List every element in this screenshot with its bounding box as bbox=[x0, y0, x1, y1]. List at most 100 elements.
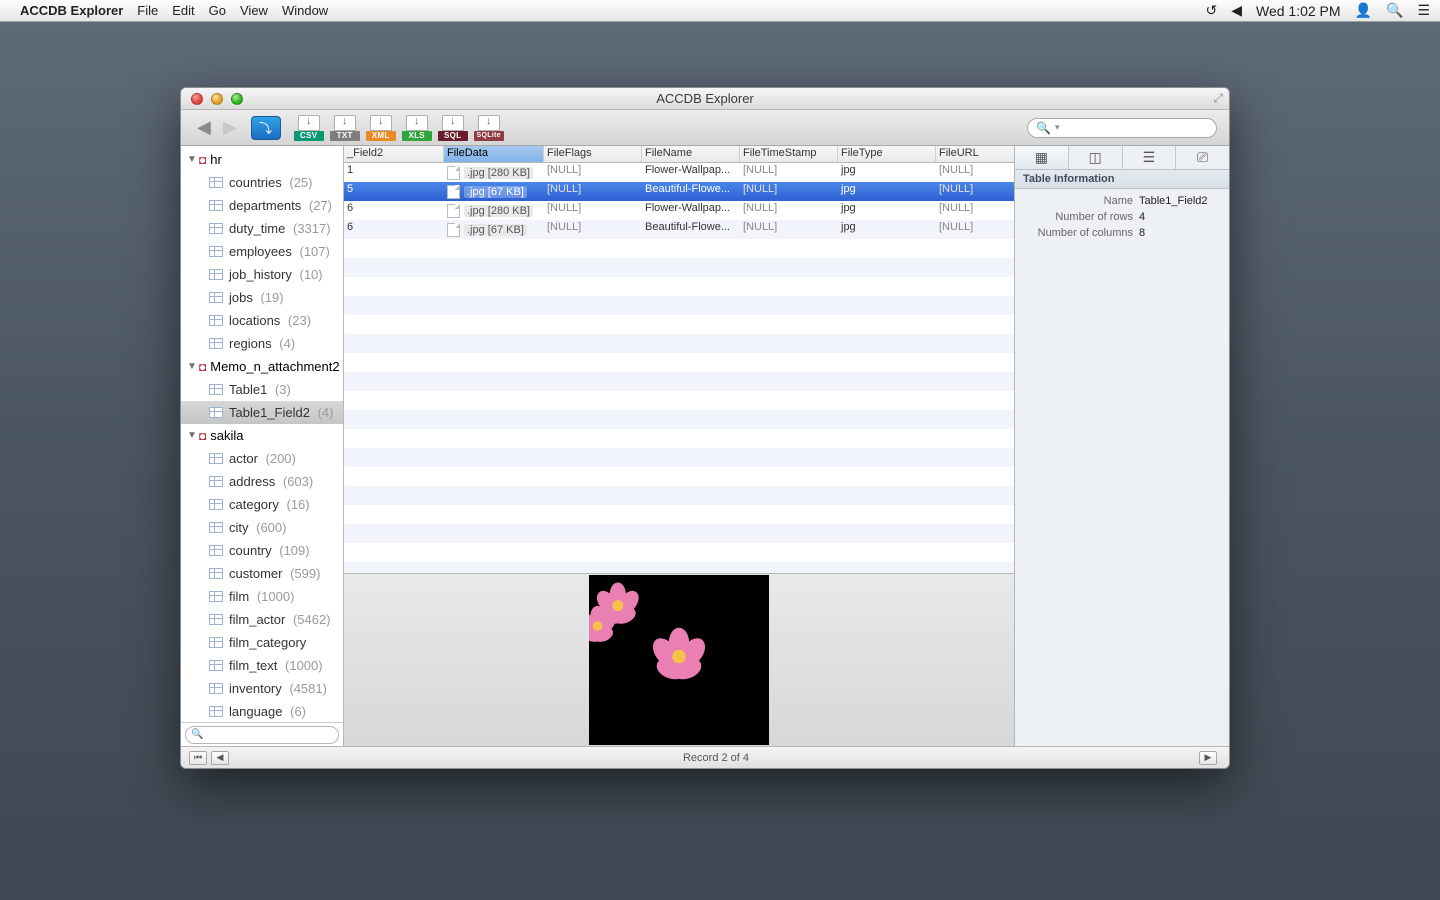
app-name[interactable]: ACCDB Explorer bbox=[20, 3, 123, 18]
inspector-tab-info[interactable]: ▦ bbox=[1015, 146, 1069, 169]
disclosure-icon[interactable]: ▼ bbox=[187, 430, 199, 441]
sidebar-table-film_actor[interactable]: film_actor (5462) bbox=[181, 608, 343, 631]
export-sql-button[interactable]: SQL bbox=[437, 115, 469, 141]
grid-header[interactable]: _Field2 FileData FileFlags FileName File… bbox=[344, 146, 1014, 163]
sidebar-table-actor[interactable]: actor (200) bbox=[181, 447, 343, 470]
close-icon[interactable] bbox=[191, 93, 203, 105]
db-label: Memo_n_attachment2 bbox=[210, 359, 339, 374]
sidebar-table-Table1_Field2[interactable]: Table1_Field2 (4) bbox=[181, 401, 343, 424]
sidebar-table-departments[interactable]: departments (27) bbox=[181, 194, 343, 217]
zoom-icon[interactable] bbox=[231, 93, 243, 105]
export-xml-button[interactable]: XML bbox=[365, 115, 397, 141]
sidebar-table-inventory[interactable]: inventory (4581) bbox=[181, 677, 343, 700]
sidebar-filter-input[interactable] bbox=[185, 726, 339, 744]
sidebar-table-Table1[interactable]: Table1 (3) bbox=[181, 378, 343, 401]
notifications-icon[interactable]: ☰ bbox=[1417, 2, 1430, 19]
inspector-row: Number of rows 4 bbox=[1023, 211, 1221, 223]
run-query-button[interactable]: ⤵ bbox=[251, 116, 281, 140]
prev-record-button[interactable]: ◀ bbox=[211, 751, 229, 765]
export-sqlite-button[interactable]: SQLite bbox=[473, 115, 505, 141]
sidebar-table-duty_time[interactable]: duty_time (3317) bbox=[181, 217, 343, 240]
sidebar-table-address[interactable]: address (603) bbox=[181, 470, 343, 493]
table-label: customer bbox=[229, 566, 282, 581]
app-window: ACCDB Explorer ⤢ ◀ ▶ ⤵ CSV TXT XML XLS S… bbox=[180, 87, 1230, 769]
menu-edit[interactable]: Edit bbox=[172, 3, 194, 18]
col-filetype[interactable]: FileType bbox=[838, 146, 936, 162]
export-xls-button[interactable]: XLS bbox=[401, 115, 433, 141]
search-chevron-icon[interactable]: ▾ bbox=[1055, 122, 1060, 133]
titlebar[interactable]: ACCDB Explorer ⤢ bbox=[181, 88, 1229, 110]
disclosure-icon[interactable]: ▼ bbox=[187, 154, 199, 165]
table-icon bbox=[209, 660, 223, 671]
prop-value: 4 bbox=[1139, 211, 1145, 223]
menu-view[interactable]: View bbox=[240, 3, 268, 18]
col-filename[interactable]: FileName bbox=[642, 146, 740, 162]
file-icon bbox=[447, 223, 460, 237]
sidebar-table-job_history[interactable]: job_history (10) bbox=[181, 263, 343, 286]
statusbar: ⏮ ◀ Record 2 of 4 ▶ bbox=[181, 746, 1229, 768]
disclosure-icon[interactable]: ▼ bbox=[187, 361, 199, 372]
inspector-tab-schema[interactable]: ⎚ bbox=[1176, 146, 1229, 169]
inspector-tab-rows[interactable]: ☰ bbox=[1123, 146, 1177, 169]
sidebar-db-sakila[interactable]: ▼ ◘ sakila bbox=[181, 424, 343, 447]
sidebar-table-category[interactable]: category (16) bbox=[181, 493, 343, 516]
spotlight-icon[interactable]: 🔍 bbox=[1386, 2, 1403, 19]
table-count: (27) bbox=[305, 198, 332, 213]
col-fileflags[interactable]: FileFlags bbox=[544, 146, 642, 162]
table-count: (200) bbox=[262, 451, 296, 466]
menu-go[interactable]: Go bbox=[209, 3, 226, 18]
fullscreen-icon[interactable]: ⤢ bbox=[1213, 91, 1223, 106]
sidebar-db-Memo_n_attachment2[interactable]: ▼ ◘ Memo_n_attachment2 bbox=[181, 355, 343, 378]
inspector-tab-columns[interactable]: ◫ bbox=[1069, 146, 1123, 169]
grid-body[interactable]: 1.jpg [280 KB][NULL]Flower-Wallpap...[NU… bbox=[344, 163, 1014, 573]
table-icon bbox=[209, 338, 223, 349]
nav-forward-button[interactable]: ▶ bbox=[219, 117, 241, 138]
table-row[interactable]: 6.jpg [280 KB][NULL]Flower-Wallpap...[NU… bbox=[344, 201, 1014, 220]
sidebar-table-country[interactable]: country (109) bbox=[181, 539, 343, 562]
sidebar-table-employees[interactable]: employees (107) bbox=[181, 240, 343, 263]
prop-label: Name bbox=[1023, 195, 1133, 207]
minimize-icon[interactable] bbox=[211, 93, 223, 105]
sidebar-db-hr[interactable]: ▼ ◘ hr bbox=[181, 148, 343, 171]
col-filedata[interactable]: FileData bbox=[444, 146, 544, 162]
search-input[interactable]: 🔍 ▾ bbox=[1027, 118, 1217, 138]
col-fileurl[interactable]: FileURL bbox=[936, 146, 1011, 162]
sidebar-table-jobs[interactable]: jobs (19) bbox=[181, 286, 343, 309]
table-label: film_category bbox=[229, 635, 306, 650]
col-filets[interactable]: FileTimeStamp bbox=[740, 146, 838, 162]
user-icon[interactable]: 👤 bbox=[1355, 2, 1372, 19]
menu-window[interactable]: Window bbox=[282, 3, 328, 18]
search-icon: 🔍 bbox=[1036, 121, 1051, 135]
table-label: film_actor bbox=[229, 612, 285, 627]
sidebar-table-film_category[interactable]: film_category bbox=[181, 631, 343, 654]
sidebar-table-countries[interactable]: countries (25) bbox=[181, 171, 343, 194]
first-record-button[interactable]: ⏮ bbox=[189, 751, 207, 765]
table-row[interactable]: 5.jpg [67 KB][NULL]Beautiful-Flowe...[NU… bbox=[344, 182, 1014, 201]
sidebar-table-locations[interactable]: locations (23) bbox=[181, 309, 343, 332]
sidebar-table-regions[interactable]: regions (4) bbox=[181, 332, 343, 355]
nav-back-button[interactable]: ◀ bbox=[193, 117, 215, 138]
sidebar-table-film_text[interactable]: film_text (1000) bbox=[181, 654, 343, 677]
table-icon bbox=[209, 683, 223, 694]
next-record-button[interactable]: ▶ bbox=[1199, 751, 1217, 765]
table-icon bbox=[209, 545, 223, 556]
sidebar-table-customer[interactable]: customer (599) bbox=[181, 562, 343, 585]
sidebar-table-film[interactable]: film (1000) bbox=[181, 585, 343, 608]
table-row[interactable]: 1.jpg [280 KB][NULL]Flower-Wallpap...[NU… bbox=[344, 163, 1014, 182]
table-icon bbox=[209, 499, 223, 510]
table-row[interactable]: 6.jpg [67 KB][NULL]Beautiful-Flowe...[NU… bbox=[344, 220, 1014, 239]
table-tree[interactable]: ▼ ◘ hr countries (25) departments (27) d… bbox=[181, 146, 343, 722]
sidebar-table-city[interactable]: city (600) bbox=[181, 516, 343, 539]
menu-file[interactable]: File bbox=[137, 3, 158, 18]
export-txt-button[interactable]: TXT bbox=[329, 115, 361, 141]
sidebar-filter bbox=[181, 722, 343, 746]
volume-icon[interactable]: ◀ bbox=[1231, 2, 1242, 19]
col-field2[interactable]: _Field2 bbox=[344, 146, 444, 162]
sidebar-table-language[interactable]: language (6) bbox=[181, 700, 343, 722]
status-text: Record 2 of 4 bbox=[683, 752, 749, 764]
export-csv-button[interactable]: CSV bbox=[293, 115, 325, 141]
table-label: countries bbox=[229, 175, 282, 190]
clock[interactable]: Wed 1:02 PM bbox=[1256, 3, 1341, 19]
table-count: (5462) bbox=[289, 612, 330, 627]
timemachine-icon[interactable]: ↺ bbox=[1205, 2, 1217, 19]
